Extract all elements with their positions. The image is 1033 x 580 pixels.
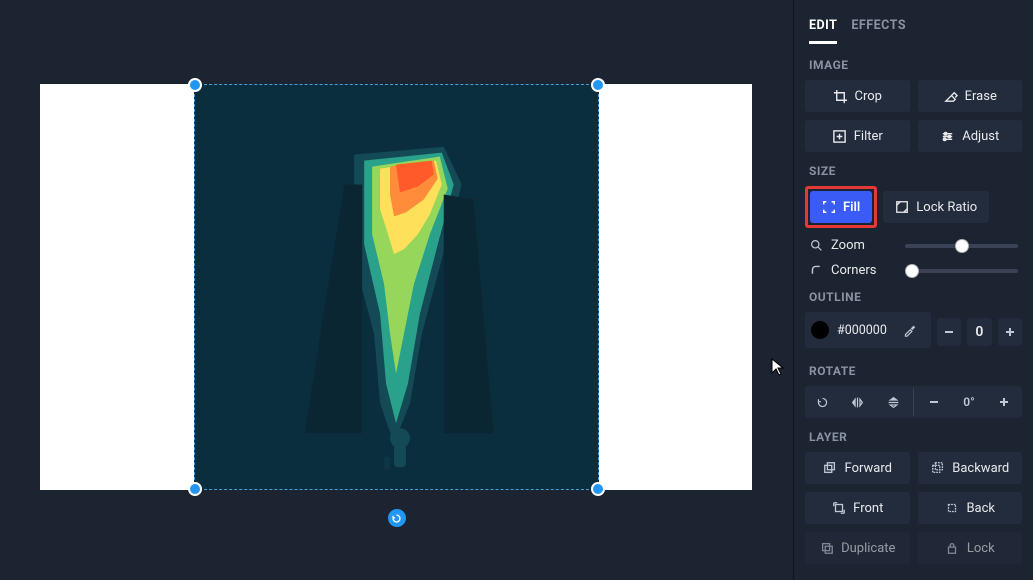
resize-handle-tl[interactable] (188, 78, 202, 92)
selected-image[interactable] (194, 84, 599, 490)
duplicate-icon (819, 541, 834, 556)
image-content (195, 84, 598, 490)
crop-label: Crop (855, 89, 882, 104)
rotate-90-button[interactable] (807, 388, 838, 416)
rotate-handle[interactable] (388, 509, 406, 527)
filter-label: Filter (854, 129, 883, 144)
corners-slider[interactable] (905, 269, 1018, 273)
lock-icon (945, 541, 960, 556)
zoom-slider-row: Zoom (809, 238, 1018, 253)
lock-label: Lock (967, 541, 995, 556)
front-icon (831, 501, 846, 516)
section-label-rotate: ROTATE (809, 364, 1018, 378)
outline-color-swatch (811, 321, 829, 339)
backward-button[interactable]: Backward (918, 452, 1023, 484)
erase-icon (943, 89, 958, 104)
front-label: Front (853, 501, 883, 516)
fill-icon (822, 200, 836, 214)
section-label-outline: OUTLINE (809, 290, 1018, 304)
corners-icon (809, 264, 823, 277)
erase-label: Erase (965, 89, 997, 104)
adjust-icon (940, 129, 955, 144)
tab-effects[interactable]: EFFECTS (851, 18, 906, 44)
forward-icon (823, 461, 838, 476)
adjust-label: Adjust (962, 129, 999, 144)
filter-icon (832, 129, 847, 144)
corners-label: Corners (831, 263, 876, 278)
corners-slider-row: Corners (809, 263, 1018, 278)
tab-edit[interactable]: EDIT (809, 18, 837, 44)
front-button[interactable]: Front (805, 492, 910, 524)
outline-hex: #000000 (837, 323, 887, 338)
crop-icon (833, 89, 848, 104)
back-button[interactable]: Back (918, 492, 1023, 524)
flip-vertical-button[interactable] (878, 388, 909, 416)
resize-handle-br[interactable] (591, 482, 605, 496)
section-label-size: SIZE (809, 164, 1018, 178)
crop-button[interactable]: Crop (805, 80, 910, 112)
back-label: Back (966, 501, 995, 516)
erase-button[interactable]: Erase (918, 80, 1023, 112)
outline-decrement[interactable] (937, 318, 961, 346)
backward-label: Backward (952, 461, 1009, 476)
fill-button[interactable]: Fill (810, 191, 872, 223)
back-icon (944, 501, 959, 516)
outline-increment[interactable] (998, 318, 1022, 346)
eyedropper-button[interactable] (895, 316, 925, 344)
section-label-layer: LAYER (809, 430, 1018, 444)
forward-button[interactable]: Forward (805, 452, 910, 484)
lock-ratio-label: Lock Ratio (916, 200, 977, 215)
flip-horizontal-button[interactable] (842, 388, 873, 416)
section-label-image: IMAGE (809, 58, 1018, 72)
fill-highlight: Fill (805, 186, 877, 228)
outline-color-row[interactable]: #000000 (805, 312, 931, 348)
canvas-area[interactable] (0, 0, 793, 580)
fill-label: Fill (843, 200, 860, 215)
zoom-icon (809, 239, 823, 252)
forward-label: Forward (845, 461, 892, 476)
adjust-button[interactable]: Adjust (918, 120, 1023, 152)
lock-ratio-button[interactable]: Lock Ratio (883, 191, 989, 223)
duplicate-button[interactable]: Duplicate (805, 532, 910, 564)
zoom-slider[interactable] (905, 244, 1018, 248)
duplicate-label: Duplicate (841, 541, 895, 556)
backward-icon (930, 461, 945, 476)
resize-handle-bl[interactable] (188, 482, 202, 496)
rotate-toolbar: 0° (805, 386, 1022, 418)
filter-button[interactable]: Filter (805, 120, 910, 152)
rotate-angle-value[interactable]: 0° (953, 388, 984, 416)
cursor (771, 358, 785, 380)
resize-handle-tr[interactable] (591, 78, 605, 92)
zoom-label: Zoom (831, 238, 865, 253)
lock-button[interactable]: Lock (918, 532, 1023, 564)
outline-width-value[interactable]: 0 (967, 318, 991, 346)
rotate-increment[interactable] (989, 388, 1020, 416)
rotate-decrement[interactable] (918, 388, 949, 416)
edit-panel: EDIT EFFECTS IMAGE Crop Erase Filter Adj… (793, 0, 1033, 580)
panel-tabs: EDIT EFFECTS (809, 18, 1018, 44)
lock-ratio-icon (895, 200, 909, 214)
